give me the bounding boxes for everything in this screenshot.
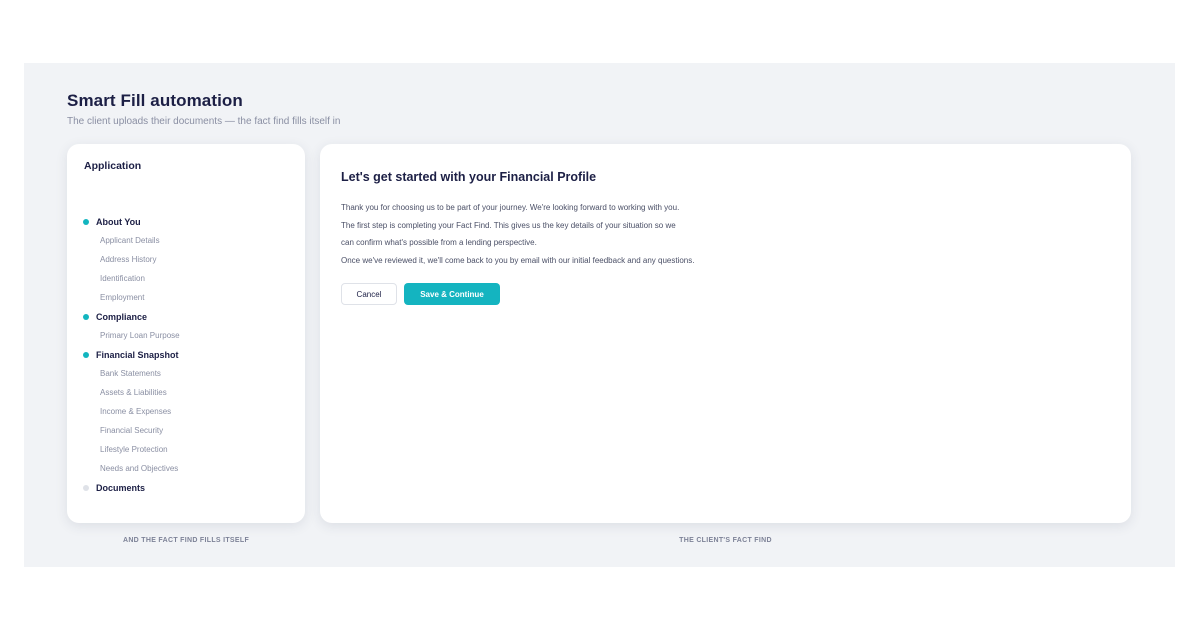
nav-section-label: About You bbox=[96, 216, 141, 227]
intro-paragraph: Thank you for choosing us to be part of … bbox=[341, 203, 680, 212]
application-sidebar: Application About You Applicant Details … bbox=[67, 144, 305, 523]
nav-item-address-history[interactable]: Address History bbox=[83, 250, 293, 269]
nav-item-bank-statements[interactable]: Bank Statements bbox=[83, 364, 293, 383]
fact-find-panel: Let's get started with your Financial Pr… bbox=[320, 144, 1131, 523]
nav-item-needs-objectives[interactable]: Needs and Objectives bbox=[83, 459, 293, 478]
intro-paragraph: The first step is completing your Fact F… bbox=[341, 220, 676, 230]
intro-paragraph: Once we've reviewed it, we'll come back … bbox=[341, 255, 695, 265]
nav-section-about-you[interactable]: About You bbox=[83, 212, 293, 231]
nav-section-documents[interactable]: Documents bbox=[83, 478, 293, 497]
page-subtitle: The client uploads their documents — the… bbox=[67, 116, 341, 127]
intro-paragraph: can confirm what's possible from a lendi… bbox=[341, 238, 537, 247]
nav-item-applicant-details[interactable]: Applicant Details bbox=[83, 231, 293, 250]
action-buttons: Cancel Save & Continue bbox=[341, 283, 500, 305]
nav-item-financial-security[interactable]: Financial Security bbox=[83, 421, 293, 440]
nav-item-primary-loan-purpose[interactable]: Primary Loan Purpose bbox=[83, 326, 293, 345]
status-dot-icon bbox=[83, 313, 89, 320]
save-continue-button[interactable]: Save & Continue bbox=[404, 283, 500, 305]
status-dot-icon bbox=[83, 484, 89, 491]
nav-item-lifestyle-protection[interactable]: Lifestyle Protection bbox=[83, 440, 293, 459]
intro-text: Thank you for choosing us to be part of … bbox=[341, 199, 1041, 269]
nav-item-income-expenses[interactable]: Income & Expenses bbox=[83, 402, 293, 421]
panel-title: Let's get started with your Financial Pr… bbox=[341, 170, 597, 184]
nav-item-identification[interactable]: Identification bbox=[83, 269, 293, 288]
status-dot-icon bbox=[83, 218, 89, 225]
application-nav: About You Applicant Details Address Hist… bbox=[83, 212, 293, 497]
nav-section-label: Compliance bbox=[96, 311, 148, 322]
nav-item-assets-liabilities[interactable]: Assets & Liabilities bbox=[83, 383, 293, 402]
caption-right: THE CLIENT'S FACT FIND bbox=[679, 537, 772, 544]
nav-item-employment[interactable]: Employment bbox=[83, 288, 293, 307]
nav-section-compliance[interactable]: Compliance bbox=[83, 307, 293, 326]
status-dot-icon bbox=[83, 351, 89, 358]
nav-section-label: Documents bbox=[96, 482, 146, 493]
caption-left: AND THE FACT FIND FILLS ITSELF bbox=[122, 537, 250, 544]
nav-section-financial-snapshot[interactable]: Financial Snapshot bbox=[83, 345, 293, 364]
nav-section-label: Financial Snapshot bbox=[96, 349, 179, 360]
page-title: Smart Fill automation bbox=[67, 91, 243, 110]
cancel-button[interactable]: Cancel bbox=[341, 283, 397, 305]
sidebar-title: Application bbox=[84, 160, 142, 172]
stage: Smart Fill automation The client uploads… bbox=[24, 63, 1175, 567]
